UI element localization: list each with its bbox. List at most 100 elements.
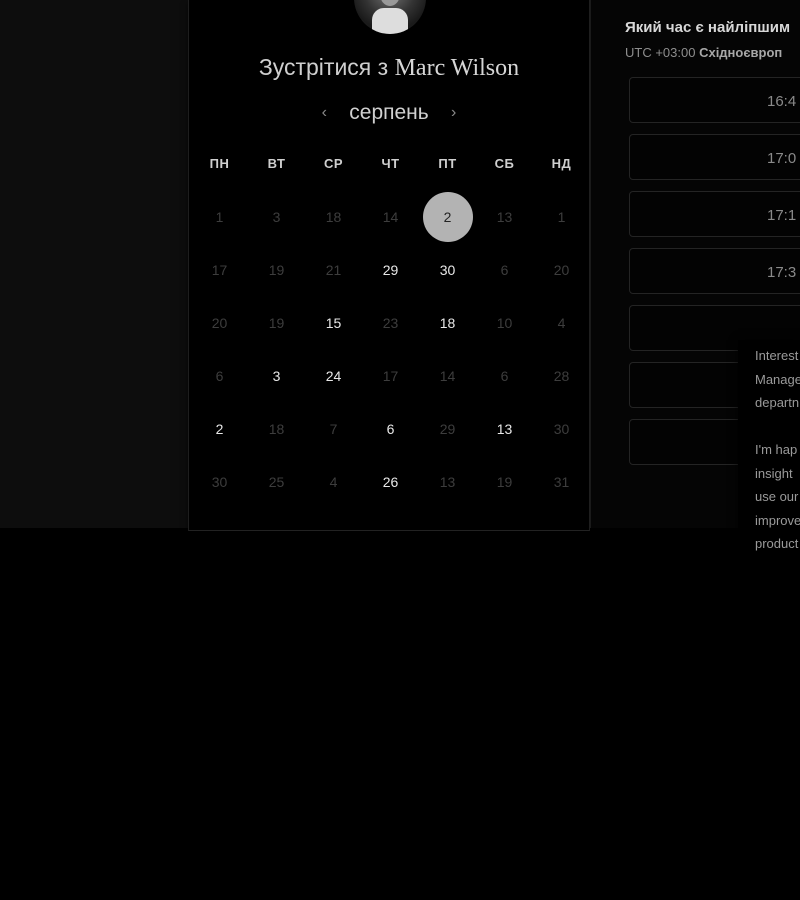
weekday-label: ВТ (267, 156, 286, 171)
time-slot-label: 16:4 (767, 93, 797, 110)
calendar-day: 13 (419, 455, 476, 508)
calendar-day-number: 13 (496, 208, 513, 225)
calendar-day[interactable]: 2 (191, 402, 248, 455)
calendar-day: 3 (248, 190, 305, 243)
calendar-day-number: 18 (268, 420, 285, 437)
calendar-day: 18 (305, 190, 362, 243)
calendar-day-number: 13 (439, 473, 456, 490)
calendar-day: 20 (191, 296, 248, 349)
calendar-day[interactable]: 26 (362, 455, 419, 508)
calendar-day-number: 29 (382, 261, 399, 278)
calendar-day: 6 (476, 349, 533, 402)
calendar-day: 1 (191, 190, 248, 243)
calendar-day-number: 1 (215, 208, 224, 225)
chevron-left-icon[interactable]: ‹ (317, 104, 331, 122)
calendar-day-number: 6 (386, 420, 395, 437)
calendar-day-number: 30 (439, 261, 456, 278)
calendar-day[interactable]: 18 (419, 296, 476, 349)
calendar-day-number: 3 (272, 367, 281, 384)
calendar-day-number: 30 (553, 420, 570, 437)
calendar-day[interactable]: 24 (305, 349, 362, 402)
time-slot-label: 17:0 (767, 150, 797, 167)
weekday-label: СБ (494, 156, 515, 171)
calendar-day-number: 6 (500, 367, 509, 384)
calendar-day: 30 (191, 455, 248, 508)
weekday-label: ПТ (438, 156, 457, 171)
weekday-label: ПН (209, 156, 230, 171)
calendar-day-number: 26 (382, 473, 399, 490)
calendar-day: 29 (419, 402, 476, 455)
host-bio-tooltip: Interest Manage departn I'm hap insight … (738, 340, 800, 572)
calendar-day: 31 (533, 455, 590, 508)
weekday-label: ЧТ (381, 156, 400, 171)
calendar-day: 30 (533, 402, 590, 455)
calendar-day-number: 24 (325, 367, 342, 384)
calendar-day: 14 (419, 349, 476, 402)
timezone-offset: UTC +03:00 (625, 45, 696, 60)
weekday-header: ПН ВТ СР ЧТ ПТ СБ НД (191, 156, 591, 171)
weekday-label: НД (551, 156, 572, 171)
calendar-day: 28 (533, 349, 590, 402)
calendar-grid: 1 3 18 14 2 13 1 17 19 21 29 30 6 20 20 19 15 23 18 10 4 6 3 24… (191, 190, 591, 508)
calendar-day-number: 3 (272, 208, 281, 225)
calendar-day-number: 14 (439, 367, 456, 384)
calendar-day-number: 4 (557, 314, 566, 331)
time-slot-label: 17:1 (767, 207, 797, 224)
background-left (0, 0, 188, 528)
calendar-day: 19 (248, 243, 305, 296)
calendar-day-number: 23 (382, 314, 399, 331)
time-slot-button[interactable]: 16:4 (629, 77, 800, 123)
calendar-day: 6 (191, 349, 248, 402)
calendar-day-number: 6 (215, 367, 224, 384)
booking-card: Зустрітися з Marc Wilson ‹ серпень › ПН В… (188, 0, 590, 531)
calendar-day[interactable]: 15 (305, 296, 362, 349)
avatar-face (380, 0, 400, 6)
calendar-day-number: 20 (553, 261, 570, 278)
calendar-day: 4 (533, 296, 590, 349)
calendar-day: 19 (248, 296, 305, 349)
month-navigation: ‹ серпень › (189, 98, 589, 128)
calendar-day-number: 17 (211, 261, 228, 278)
avatar-shirt (372, 8, 408, 34)
calendar-day-number: 1 (557, 208, 566, 225)
weekday-label: СР (323, 156, 344, 171)
calendar-day: 6 (476, 243, 533, 296)
calendar-day-number: 2 (215, 420, 224, 437)
calendar-day: 17 (362, 349, 419, 402)
chevron-right-icon[interactable]: › (447, 104, 461, 122)
calendar-day-number: 18 (325, 208, 342, 225)
timezone-label[interactable]: UTC +03:00 Східноєвроп (625, 45, 782, 60)
calendar-day-number: 28 (553, 367, 570, 384)
time-slot-button[interactable]: 17:0 (629, 134, 800, 180)
calendar-day-number: 15 (325, 314, 342, 331)
calendar-day-number: 19 (268, 314, 285, 331)
calendar-day: 4 (305, 455, 362, 508)
calendar-day-number: 19 (496, 473, 513, 490)
time-slot-button[interactable]: 17:3 (629, 248, 800, 294)
calendar-day-number: 6 (500, 261, 509, 278)
time-question: Який час є найліпшим (625, 19, 791, 36)
calendar-day: 7 (305, 402, 362, 455)
calendar-day-number: 17 (382, 367, 399, 384)
calendar-day[interactable]: 3 (248, 349, 305, 402)
calendar-day-number: 19 (268, 261, 285, 278)
calendar-day[interactable]: 13 (476, 402, 533, 455)
calendar-day[interactable]: 29 (362, 243, 419, 296)
calendar-day-number: 25 (268, 473, 285, 490)
calendar-day[interactable]: 6 (362, 402, 419, 455)
calendar-day: 10 (476, 296, 533, 349)
calendar-day-number: 2 (422, 191, 473, 242)
calendar-day: 13 (476, 190, 533, 243)
calendar-day: 18 (248, 402, 305, 455)
calendar-day: 25 (248, 455, 305, 508)
calendar-day-number: 18 (439, 314, 456, 331)
time-slot-button[interactable]: 17:1 (629, 191, 800, 237)
calendar-day-number: 31 (553, 473, 570, 490)
calendar-day: 19 (476, 455, 533, 508)
calendar-day-selected[interactable]: 2 (419, 190, 476, 243)
time-slot-label: 17:3 (767, 264, 797, 281)
host-name: Marc Wilson (394, 55, 520, 81)
calendar-day: 17 (191, 243, 248, 296)
calendar-day[interactable]: 30 (419, 243, 476, 296)
month-label: серпень (349, 101, 429, 124)
